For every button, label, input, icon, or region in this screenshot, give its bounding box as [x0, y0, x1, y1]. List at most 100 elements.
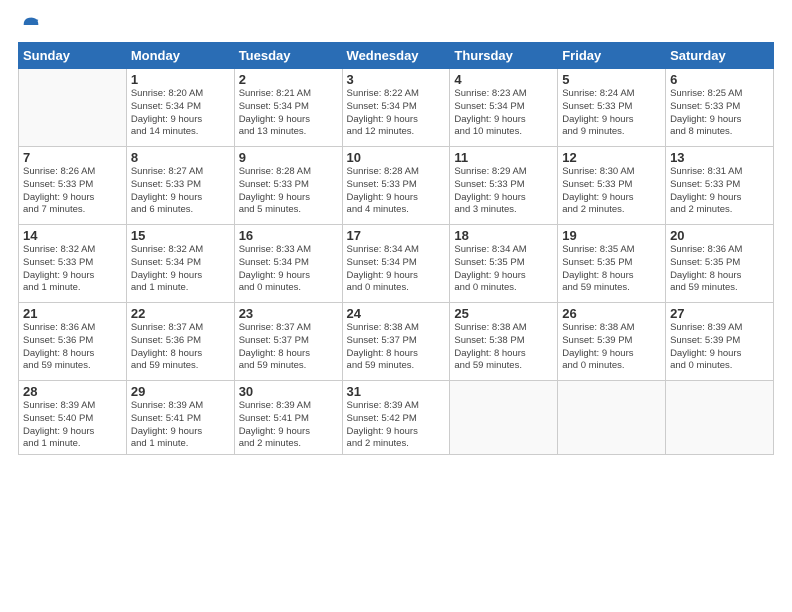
day-info: Sunrise: 8:32 AM Sunset: 5:33 PM Dayligh… — [23, 244, 122, 295]
calendar-cell: 10Sunrise: 8:28 AM Sunset: 5:33 PM Dayli… — [342, 147, 450, 225]
day-number: 24 — [347, 306, 446, 321]
calendar-cell: 21Sunrise: 8:36 AM Sunset: 5:36 PM Dayli… — [19, 303, 127, 381]
day-info: Sunrise: 8:20 AM Sunset: 5:34 PM Dayligh… — [131, 88, 230, 139]
calendar-cell: 27Sunrise: 8:39 AM Sunset: 5:39 PM Dayli… — [666, 303, 774, 381]
day-info: Sunrise: 8:39 AM Sunset: 5:41 PM Dayligh… — [131, 400, 230, 451]
day-info: Sunrise: 8:36 AM Sunset: 5:35 PM Dayligh… — [670, 244, 769, 295]
weekday-header-wednesday: Wednesday — [342, 43, 450, 69]
calendar-week-row-1: 1Sunrise: 8:20 AM Sunset: 5:34 PM Daylig… — [19, 69, 774, 147]
day-number: 2 — [239, 72, 338, 87]
day-info: Sunrise: 8:27 AM Sunset: 5:33 PM Dayligh… — [131, 166, 230, 217]
calendar-week-row-3: 14Sunrise: 8:32 AM Sunset: 5:33 PM Dayli… — [19, 225, 774, 303]
day-info: Sunrise: 8:33 AM Sunset: 5:34 PM Dayligh… — [239, 244, 338, 295]
calendar-cell: 17Sunrise: 8:34 AM Sunset: 5:34 PM Dayli… — [342, 225, 450, 303]
calendar-cell — [19, 69, 127, 147]
calendar-cell: 8Sunrise: 8:27 AM Sunset: 5:33 PM Daylig… — [126, 147, 234, 225]
day-number: 17 — [347, 228, 446, 243]
calendar-cell: 20Sunrise: 8:36 AM Sunset: 5:35 PM Dayli… — [666, 225, 774, 303]
calendar-cell: 29Sunrise: 8:39 AM Sunset: 5:41 PM Dayli… — [126, 381, 234, 455]
day-number: 21 — [23, 306, 122, 321]
calendar-cell: 6Sunrise: 8:25 AM Sunset: 5:33 PM Daylig… — [666, 69, 774, 147]
day-number: 27 — [670, 306, 769, 321]
day-info: Sunrise: 8:37 AM Sunset: 5:37 PM Dayligh… — [239, 322, 338, 373]
day-number: 11 — [454, 150, 553, 165]
day-info: Sunrise: 8:28 AM Sunset: 5:33 PM Dayligh… — [347, 166, 446, 217]
day-number: 26 — [562, 306, 661, 321]
weekday-header-friday: Friday — [558, 43, 666, 69]
weekday-header-tuesday: Tuesday — [234, 43, 342, 69]
calendar-cell: 30Sunrise: 8:39 AM Sunset: 5:41 PM Dayli… — [234, 381, 342, 455]
calendar-cell: 2Sunrise: 8:21 AM Sunset: 5:34 PM Daylig… — [234, 69, 342, 147]
calendar-cell: 23Sunrise: 8:37 AM Sunset: 5:37 PM Dayli… — [234, 303, 342, 381]
day-number: 9 — [239, 150, 338, 165]
calendar-cell: 18Sunrise: 8:34 AM Sunset: 5:35 PM Dayli… — [450, 225, 558, 303]
calendar-cell: 5Sunrise: 8:24 AM Sunset: 5:33 PM Daylig… — [558, 69, 666, 147]
day-info: Sunrise: 8:34 AM Sunset: 5:35 PM Dayligh… — [454, 244, 553, 295]
day-info: Sunrise: 8:38 AM Sunset: 5:39 PM Dayligh… — [562, 322, 661, 373]
day-number: 15 — [131, 228, 230, 243]
day-number: 6 — [670, 72, 769, 87]
day-number: 19 — [562, 228, 661, 243]
calendar-cell: 4Sunrise: 8:23 AM Sunset: 5:34 PM Daylig… — [450, 69, 558, 147]
day-number: 14 — [23, 228, 122, 243]
calendar-cell: 14Sunrise: 8:32 AM Sunset: 5:33 PM Dayli… — [19, 225, 127, 303]
day-info: Sunrise: 8:39 AM Sunset: 5:42 PM Dayligh… — [347, 400, 446, 451]
weekday-header-row: SundayMondayTuesdayWednesdayThursdayFrid… — [19, 43, 774, 69]
calendar-cell: 31Sunrise: 8:39 AM Sunset: 5:42 PM Dayli… — [342, 381, 450, 455]
calendar-week-row-4: 21Sunrise: 8:36 AM Sunset: 5:36 PM Dayli… — [19, 303, 774, 381]
day-number: 18 — [454, 228, 553, 243]
day-info: Sunrise: 8:24 AM Sunset: 5:33 PM Dayligh… — [562, 88, 661, 139]
day-number: 4 — [454, 72, 553, 87]
calendar-cell: 26Sunrise: 8:38 AM Sunset: 5:39 PM Dayli… — [558, 303, 666, 381]
day-info: Sunrise: 8:38 AM Sunset: 5:37 PM Dayligh… — [347, 322, 446, 373]
weekday-header-monday: Monday — [126, 43, 234, 69]
calendar-cell: 9Sunrise: 8:28 AM Sunset: 5:33 PM Daylig… — [234, 147, 342, 225]
day-number: 29 — [131, 384, 230, 399]
weekday-header-sunday: Sunday — [19, 43, 127, 69]
day-info: Sunrise: 8:28 AM Sunset: 5:33 PM Dayligh… — [239, 166, 338, 217]
day-number: 16 — [239, 228, 338, 243]
day-info: Sunrise: 8:34 AM Sunset: 5:34 PM Dayligh… — [347, 244, 446, 295]
calendar-cell: 24Sunrise: 8:38 AM Sunset: 5:37 PM Dayli… — [342, 303, 450, 381]
day-info: Sunrise: 8:22 AM Sunset: 5:34 PM Dayligh… — [347, 88, 446, 139]
calendar-cell: 7Sunrise: 8:26 AM Sunset: 5:33 PM Daylig… — [19, 147, 127, 225]
calendar-cell — [558, 381, 666, 455]
calendar-cell: 25Sunrise: 8:38 AM Sunset: 5:38 PM Dayli… — [450, 303, 558, 381]
day-number: 13 — [670, 150, 769, 165]
day-info: Sunrise: 8:32 AM Sunset: 5:34 PM Dayligh… — [131, 244, 230, 295]
day-info: Sunrise: 8:21 AM Sunset: 5:34 PM Dayligh… — [239, 88, 338, 139]
day-info: Sunrise: 8:37 AM Sunset: 5:36 PM Dayligh… — [131, 322, 230, 373]
calendar-cell: 11Sunrise: 8:29 AM Sunset: 5:33 PM Dayli… — [450, 147, 558, 225]
day-info: Sunrise: 8:38 AM Sunset: 5:38 PM Dayligh… — [454, 322, 553, 373]
day-number: 30 — [239, 384, 338, 399]
calendar-cell: 16Sunrise: 8:33 AM Sunset: 5:34 PM Dayli… — [234, 225, 342, 303]
day-number: 3 — [347, 72, 446, 87]
day-info: Sunrise: 8:25 AM Sunset: 5:33 PM Dayligh… — [670, 88, 769, 139]
weekday-header-saturday: Saturday — [666, 43, 774, 69]
day-number: 20 — [670, 228, 769, 243]
day-number: 12 — [562, 150, 661, 165]
calendar-week-row-5: 28Sunrise: 8:39 AM Sunset: 5:40 PM Dayli… — [19, 381, 774, 455]
day-info: Sunrise: 8:39 AM Sunset: 5:41 PM Dayligh… — [239, 400, 338, 451]
day-info: Sunrise: 8:23 AM Sunset: 5:34 PM Dayligh… — [454, 88, 553, 139]
calendar-cell — [666, 381, 774, 455]
day-number: 25 — [454, 306, 553, 321]
day-info: Sunrise: 8:26 AM Sunset: 5:33 PM Dayligh… — [23, 166, 122, 217]
calendar-cell: 15Sunrise: 8:32 AM Sunset: 5:34 PM Dayli… — [126, 225, 234, 303]
calendar-cell: 12Sunrise: 8:30 AM Sunset: 5:33 PM Dayli… — [558, 147, 666, 225]
day-number: 28 — [23, 384, 122, 399]
day-number: 22 — [131, 306, 230, 321]
day-number: 10 — [347, 150, 446, 165]
calendar-cell: 13Sunrise: 8:31 AM Sunset: 5:33 PM Dayli… — [666, 147, 774, 225]
day-number: 1 — [131, 72, 230, 87]
day-info: Sunrise: 8:31 AM Sunset: 5:33 PM Dayligh… — [670, 166, 769, 217]
header — [18, 10, 774, 36]
day-number: 8 — [131, 150, 230, 165]
day-info: Sunrise: 8:35 AM Sunset: 5:35 PM Dayligh… — [562, 244, 661, 295]
day-number: 7 — [23, 150, 122, 165]
calendar-cell: 28Sunrise: 8:39 AM Sunset: 5:40 PM Dayli… — [19, 381, 127, 455]
day-number: 5 — [562, 72, 661, 87]
day-info: Sunrise: 8:39 AM Sunset: 5:39 PM Dayligh… — [670, 322, 769, 373]
calendar-cell — [450, 381, 558, 455]
day-info: Sunrise: 8:36 AM Sunset: 5:36 PM Dayligh… — [23, 322, 122, 373]
